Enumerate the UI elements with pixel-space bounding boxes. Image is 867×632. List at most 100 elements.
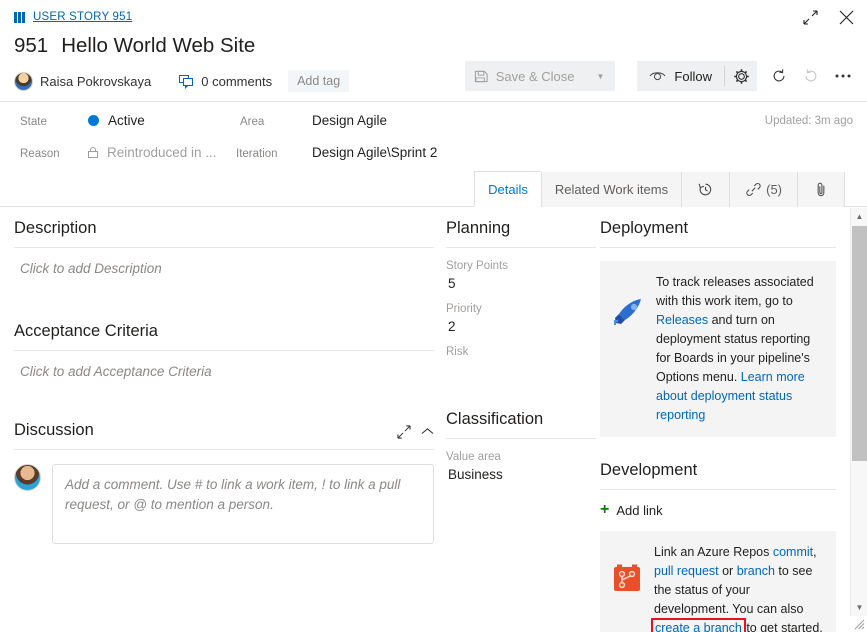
priority-value[interactable]: 2	[446, 319, 596, 334]
details-left-column: Description Click to add Description Acc…	[14, 207, 434, 544]
avatar	[14, 464, 41, 491]
refresh-icon[interactable]	[763, 61, 795, 91]
assigned-to[interactable]: Raisa Pokrovskaya	[14, 71, 152, 91]
details-middle-column: Planning Story Points 5 Priority 2 Risk …	[446, 207, 596, 482]
work-item-header: USER STORY 951 951 Hello World Web Site …	[0, 0, 867, 93]
vertical-scrollbar[interactable]: ▲ ▼	[850, 208, 867, 616]
history-icon	[697, 181, 714, 198]
chevron-down-icon[interactable]: ▼	[590, 72, 612, 81]
comments-link[interactable]: 0 comments	[179, 74, 272, 89]
deployment-divider	[600, 247, 836, 248]
discussion-collapse-icon[interactable]	[421, 427, 434, 436]
state-value: Active	[108, 113, 145, 128]
window-controls	[799, 6, 857, 28]
priority-label: Priority	[446, 303, 482, 315]
work-item-dialog: USER STORY 951 951 Hello World Web Site …	[0, 0, 867, 632]
field-area-label: Area	[240, 116, 264, 128]
discussion-divider	[14, 449, 434, 450]
add-link-button[interactable]: + Add link	[600, 502, 836, 518]
work-item-title-row: 951 Hello World Web Site	[14, 34, 853, 58]
tab-related-work-items[interactable]: Related Work items	[540, 172, 682, 207]
save-and-close-label: Save & Close	[495, 68, 575, 84]
iteration-value: Design Agile\Sprint 2	[312, 145, 438, 160]
discussion-header: Discussion	[14, 409, 434, 440]
work-item-fields: State Active Reason Reintroduced in ... …	[0, 102, 867, 169]
field-state-value[interactable]: Active	[88, 113, 145, 128]
value-area-value[interactable]: Business	[446, 467, 596, 482]
development-section-title: Development	[600, 461, 698, 479]
tab-attachments[interactable]	[797, 172, 845, 207]
risk-value[interactable]	[446, 362, 596, 378]
comments-count: 0 comments	[201, 73, 273, 89]
work-item-toolbar: Save & Close ▼ Follow	[464, 60, 859, 92]
azure-repos-icon	[610, 561, 644, 595]
tab-details-label: Details	[488, 181, 528, 197]
area-value: Design Agile	[312, 113, 388, 128]
reason-value: Reintroduced in ...	[107, 145, 217, 160]
releases-link[interactable]: Releases	[656, 313, 708, 327]
pull-request-link[interactable]: pull request	[654, 564, 719, 578]
create-a-branch-link[interactable]: create a branch	[651, 618, 746, 632]
story-points-value[interactable]: 5	[446, 276, 596, 291]
state-label: State	[20, 116, 47, 128]
follow-label: Follow	[674, 68, 712, 84]
development-text-3: or	[718, 564, 737, 578]
resize-grip[interactable]	[852, 617, 865, 630]
planning-divider	[446, 247, 596, 248]
link-icon	[745, 181, 762, 198]
expand-icon[interactable]	[799, 6, 821, 28]
more-ellipsis-icon[interactable]	[827, 61, 859, 91]
updated-timestamp: Updated: 3m ago	[764, 115, 853, 127]
links-count: (5)	[766, 182, 782, 197]
discussion-expand-icon[interactable]	[397, 424, 411, 439]
field-area-value[interactable]: Design Agile	[312, 113, 387, 128]
user-story-icon	[14, 11, 27, 23]
scroll-down-arrow-icon[interactable]: ▼	[851, 599, 867, 616]
deployment-text-1: To track releases associated with this w…	[656, 275, 814, 308]
undo-icon[interactable]	[795, 61, 827, 91]
description-section-title: Description	[14, 219, 97, 237]
tab-related-work-items-label: Related Work items	[554, 182, 669, 197]
save-and-close-button[interactable]: Save & Close ▼	[464, 61, 616, 91]
discussion-section-title: Discussion	[14, 421, 94, 439]
acceptance-criteria-section-title: Acceptance Criteria	[14, 322, 158, 340]
deployment-info-card: To track releases associated with this w…	[600, 261, 836, 437]
commit-link[interactable]: commit	[773, 545, 813, 559]
breadcrumb: USER STORY 951	[14, 8, 853, 26]
development-text-5: to get started.	[742, 621, 823, 632]
save-icon	[474, 70, 488, 82]
field-iteration-label: Iteration	[236, 148, 278, 160]
add-tag-button[interactable]: Add tag	[288, 70, 350, 92]
scroll-up-arrow-icon[interactable]: ▲	[851, 208, 867, 225]
gear-icon[interactable]	[725, 61, 757, 91]
comment-icon	[179, 74, 194, 89]
work-item-id: 951	[14, 34, 49, 57]
tab-history[interactable]	[681, 172, 730, 207]
development-info-card: Link an Azure Repos commit, pull request…	[600, 531, 836, 632]
attachment-icon	[813, 181, 829, 198]
deployment-section-title: Deployment	[600, 219, 689, 237]
close-icon[interactable]	[835, 6, 857, 28]
field-iteration-value[interactable]: Design Agile\Sprint 2	[312, 145, 437, 160]
follow-button[interactable]: Follow	[637, 61, 724, 91]
work-item-title[interactable]: Hello World Web Site	[61, 34, 255, 58]
value-area-label: Value area	[446, 451, 501, 463]
state-dot-icon	[88, 115, 99, 126]
tab-details[interactable]: Details	[474, 171, 541, 207]
details-right-column: Deployment To track releases associated …	[600, 207, 836, 632]
lock-icon	[88, 147, 98, 158]
classification-divider	[446, 438, 596, 439]
description-input[interactable]: Click to add Description	[14, 248, 434, 310]
tab-links[interactable]: (5)	[729, 172, 797, 207]
branch-link[interactable]: branch	[737, 564, 775, 578]
breadcrumb-link[interactable]: USER STORY 951	[33, 11, 132, 23]
scrollbar-thumb[interactable]	[852, 226, 867, 461]
work-item-body: Description Click to add Description Acc…	[0, 207, 867, 632]
comment-input[interactable]: Add a comment. Use # to link a work item…	[52, 464, 434, 544]
assignee-name: Raisa Pokrovskaya	[40, 73, 152, 89]
follow-group: Follow	[637, 61, 757, 91]
acceptance-criteria-input[interactable]: Click to add Acceptance Criteria	[14, 351, 434, 409]
classification-section-title: Classification	[446, 410, 544, 428]
avatar	[14, 71, 33, 91]
development-text-2: ,	[813, 545, 817, 559]
